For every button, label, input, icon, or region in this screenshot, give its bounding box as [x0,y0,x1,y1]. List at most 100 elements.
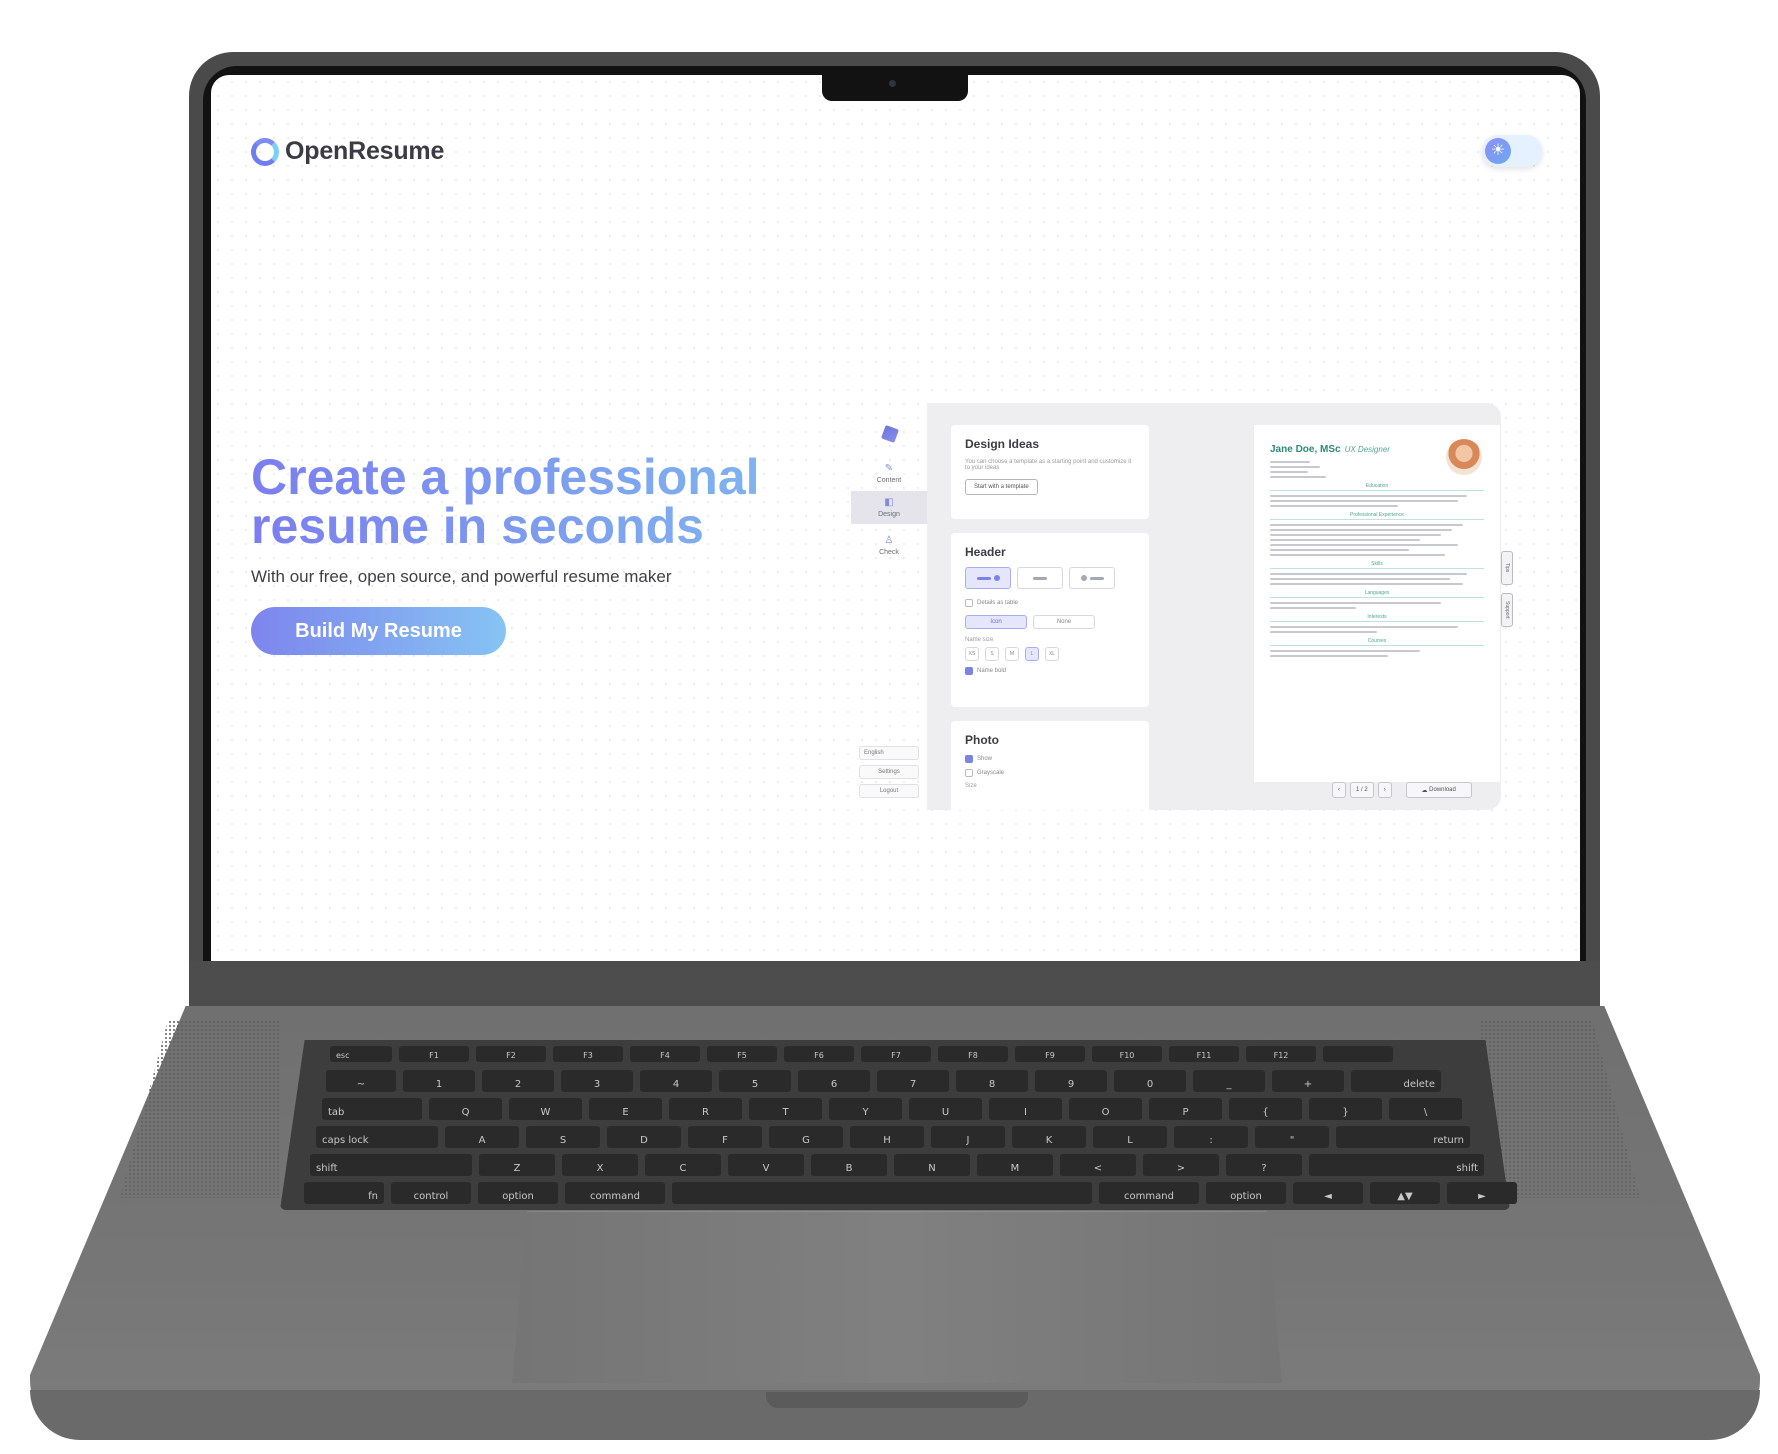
laptop-chin [189,961,1600,1009]
key: 2 [482,1070,554,1092]
key: Y [829,1098,902,1120]
theme-toggle[interactable]: ☀ [1482,135,1542,167]
resume-photo [1446,439,1482,475]
key: I [989,1098,1062,1120]
key: U [909,1098,982,1120]
photo-grayscale-checkbox: Grayscale [965,769,1135,777]
resume-section-title: Education [1270,483,1484,491]
resume-section-title: Courses [1270,638,1484,646]
page-indicator: 1 / 2 [1350,782,1374,798]
preview-nav-label: Design [878,511,900,518]
key: W [509,1098,582,1120]
name-size-label: Name size [965,637,994,643]
key: ~ [326,1070,396,1092]
preview-nav-label: Content [876,477,902,484]
key: F11 [1169,1046,1239,1062]
key: P [1149,1098,1222,1120]
preview-sidebar: ✎ Content ◧ Design ♙ Check English Setti… [851,403,927,810]
header-card: Header Details as table Icon None Name s… [951,533,1149,707]
key: F2 [476,1046,546,1062]
icon-option: Icon [965,615,1027,629]
palette-icon: ◧ [884,497,894,508]
layout-option [965,567,1011,589]
key: command [1099,1182,1199,1204]
preview-language-select: English [859,746,919,760]
key: K [1012,1126,1086,1148]
camera-icon [889,80,896,87]
start-template-button: Start with a template [965,479,1038,495]
key: 8 [956,1070,1028,1092]
key: option [1206,1182,1286,1204]
build-my-resume-button[interactable]: Build My Resume [251,607,506,655]
design-ideas-card: Design Ideas You can choose a template a… [951,425,1149,519]
key: R [669,1098,742,1120]
key: F12 [1246,1046,1316,1062]
keyboard-home-row: caps lock A S D F G H J K L : " return [316,1126,1470,1148]
brand-logo[interactable]: OpenResume [251,137,444,166]
key: fn [304,1182,384,1204]
key: G [769,1126,843,1148]
key: D [607,1126,681,1148]
layout-option [1069,567,1115,589]
hero-title: Create a professional resume in seconds [251,452,811,551]
key: X [562,1154,638,1176]
header-layout-options [965,567,1135,589]
key: B [811,1154,887,1176]
key: F1 [399,1046,469,1062]
key: N [894,1154,970,1176]
resume-document: Jane Doe, MSc UX Designer Education Profe… [1254,425,1500,782]
key: J [931,1126,1005,1148]
none-option: None [1033,615,1095,629]
key: 9 [1035,1070,1107,1092]
key: + [1272,1070,1344,1092]
key: caps lock [316,1126,438,1148]
tips-tab: Tips [1501,551,1513,585]
key: < [1060,1154,1136,1176]
trackpad-shade [512,1211,1282,1383]
key: ? [1226,1154,1302,1176]
key: F4 [630,1046,700,1062]
key: shift [310,1154,472,1176]
key: S [526,1126,600,1148]
power-key [1323,1046,1393,1062]
key: F8 [938,1046,1008,1062]
resume-pager: ‹ 1 / 2 › ☁ Download [1332,782,1472,798]
resume-section-title: Skills [1270,561,1484,569]
resume-section-title: Professional Experience [1270,512,1484,520]
key: 6 [798,1070,870,1092]
keyboard-fn-row: esc F1 F2 F3 F4 F5 F6 F7 F8 F9 F10 F11 F… [330,1046,1393,1062]
openresume-logo-icon [251,137,279,166]
key: C [645,1154,721,1176]
key: F6 [784,1046,854,1062]
key: { [1229,1098,1302,1120]
key: 3 [561,1070,633,1092]
key: _ [1193,1070,1265,1092]
keyboard-top-row: tab Q W E R T Y U I O P { } \ [322,1098,1462,1120]
key: F5 [707,1046,777,1062]
prev-page-icon: ‹ [1332,782,1346,798]
key: T [749,1098,822,1120]
key: 7 [877,1070,949,1092]
keyboard-number-row: ~ 1 2 3 4 5 6 7 8 9 0 _ + delete [326,1070,1441,1092]
key: " [1255,1126,1329,1148]
key: esc [330,1046,392,1062]
preview-logout-button: Logout [859,784,919,798]
preview-nav-check: ♙ Check [851,535,927,556]
key: command [565,1182,665,1204]
key: F7 [861,1046,931,1062]
edit-icon: ✎ [884,463,894,474]
brand-name: OpenResume [285,137,445,165]
key: 0 [1114,1070,1186,1092]
preview-nav-design: ◧ Design [851,491,927,524]
details-table-checkbox: Details as table [965,599,1135,607]
key: F10 [1092,1046,1162,1062]
key: tab [322,1098,422,1120]
key: return [1336,1126,1470,1148]
arrow-up-down-key: ▲▼ [1370,1182,1440,1204]
key: shift [1309,1154,1484,1176]
icon-segment: Icon None [965,615,1135,629]
photo-show-checkbox: Show [965,755,1135,763]
key: H [850,1126,924,1148]
speaker-grille-left [120,1020,280,1198]
key: V [728,1154,804,1176]
